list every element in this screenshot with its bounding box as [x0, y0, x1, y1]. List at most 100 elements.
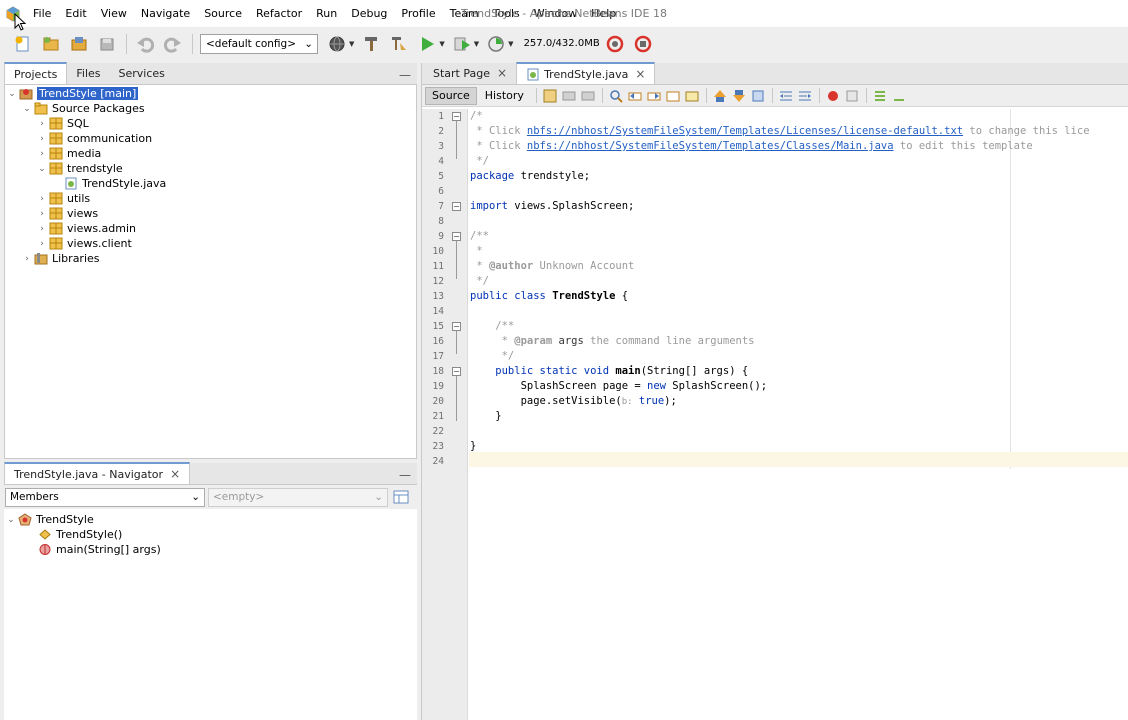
find-previous-icon[interactable] [627, 88, 643, 104]
tab-files[interactable]: Files [67, 62, 109, 84]
fold-collapse-icon[interactable]: − [452, 367, 461, 376]
tree-item-package[interactable]: › media [37, 146, 101, 161]
chevron-right-icon[interactable]: › [37, 194, 47, 204]
chevron-right-icon[interactable]: › [22, 254, 32, 264]
minimize-icon[interactable]: — [399, 68, 411, 82]
fold-collapse-icon[interactable]: − [452, 112, 461, 121]
comment-icon[interactable] [872, 88, 888, 104]
redo-icon[interactable] [162, 33, 184, 55]
close-icon[interactable]: × [497, 66, 507, 80]
tree-item-package[interactable]: › views.admin [37, 221, 136, 236]
chevron-right-icon[interactable]: › [37, 134, 47, 144]
chevron-right-icon[interactable]: › [37, 239, 47, 249]
new-file-icon[interactable] [12, 33, 34, 55]
uncomment-icon[interactable] [891, 88, 907, 104]
menu-view[interactable]: View [94, 0, 134, 27]
tab-trendstyle-java[interactable]: TrendStyle.java × [516, 62, 656, 84]
menu-window[interactable]: Window [527, 0, 584, 27]
source-mode-button[interactable]: Source [425, 86, 477, 105]
navigator-member-item[interactable]: TrendStyle() [38, 527, 122, 542]
menu-file[interactable]: File [26, 0, 58, 27]
toggle-highlight-icon[interactable] [684, 88, 700, 104]
find-next-icon[interactable] [646, 88, 662, 104]
template-link[interactable]: nbfs://nbhost/SystemFileSystem/Templates… [527, 125, 963, 137]
menu-team[interactable]: Team [443, 0, 486, 27]
fold-collapse-icon[interactable]: − [452, 232, 461, 241]
tree-item-libraries[interactable]: › Libraries [22, 251, 99, 266]
menu-navigate[interactable]: Navigate [134, 0, 197, 27]
chevron-down-icon[interactable]: ⌄ [7, 89, 17, 99]
navigator-member-item[interactable]: main(String[] args) [38, 542, 161, 557]
menu-refactor[interactable]: Refactor [249, 0, 309, 27]
menu-debug[interactable]: Debug [344, 0, 394, 27]
code-editor[interactable]: − − − − − 1 2 3 4 5 6 7 8 9 10 11 12 13 … [422, 109, 1128, 720]
configuration-select[interactable]: <default config> ⌄ [200, 33, 318, 54]
tree-item-package[interactable]: › SQL [37, 116, 89, 131]
shift-right-icon[interactable] [797, 88, 813, 104]
tab-projects[interactable]: Projects [4, 62, 68, 84]
menu-tools[interactable]: Tools [486, 0, 527, 27]
profiler-snapshot-icon[interactable] [632, 33, 654, 55]
members-select[interactable]: Members ⌄ [5, 487, 205, 507]
save-all-icon[interactable] [96, 33, 118, 55]
chevron-right-icon[interactable]: › [37, 224, 47, 234]
forward-icon[interactable] [580, 88, 596, 104]
tree-item-package[interactable]: › communication [37, 131, 152, 146]
gc-icon[interactable] [604, 33, 626, 55]
chevron-down-icon[interactable]: ▼ [439, 40, 444, 48]
tree-item-package[interactable]: ⌄ trendstyle [37, 161, 122, 176]
debug-icon[interactable] [451, 33, 473, 55]
shift-left-icon[interactable] [778, 88, 794, 104]
tree-item-source-packages[interactable]: ⌄ Source Packages [22, 101, 144, 116]
previous-bookmark-icon[interactable] [712, 88, 728, 104]
navigator-options-icon[interactable] [392, 488, 410, 506]
chevron-down-icon[interactable]: ⌄ [37, 164, 47, 174]
run-icon[interactable] [416, 33, 438, 55]
globe-icon[interactable] [326, 33, 348, 55]
tree-item-package[interactable]: › utils [37, 191, 90, 206]
menu-source[interactable]: Source [197, 0, 249, 27]
clean-build-icon[interactable] [388, 33, 410, 55]
chevron-down-icon[interactable]: ▼ [349, 40, 354, 48]
memory-usage[interactable]: 257.0/432.0MB [524, 38, 600, 49]
history-mode-button[interactable]: History [479, 87, 530, 105]
stop-macro-icon[interactable] [844, 88, 860, 104]
chevron-right-icon[interactable]: › [37, 119, 47, 129]
find-selection-icon[interactable] [665, 88, 681, 104]
back-icon[interactable] [561, 88, 577, 104]
template-link[interactable]: nbfs://nbhost/SystemFileSystem/Templates… [527, 140, 894, 152]
chevron-down-icon[interactable]: ▼ [508, 40, 513, 48]
minimize-icon[interactable]: — [399, 468, 411, 482]
fold-collapse-icon[interactable]: − [452, 202, 461, 211]
profile-icon[interactable] [485, 33, 507, 55]
tab-navigator[interactable]: TrendStyle.java - Navigator × [4, 462, 191, 484]
chevron-down-icon[interactable]: ⌄ [6, 515, 16, 525]
start-macro-icon[interactable] [825, 88, 841, 104]
next-bookmark-icon[interactable] [731, 88, 747, 104]
chevron-down-icon[interactable]: ⌄ [22, 104, 32, 114]
new-project-icon[interactable] [40, 33, 62, 55]
find-icon[interactable] [608, 88, 624, 104]
build-hammer-icon[interactable] [360, 33, 382, 55]
undo-icon[interactable] [134, 33, 156, 55]
chevron-down-icon[interactable]: ▼ [474, 40, 479, 48]
open-project-icon[interactable] [68, 33, 90, 55]
navigator-class-item[interactable]: ⌄ TrendStyle [6, 512, 94, 527]
tab-services[interactable]: Services [110, 62, 174, 84]
last-edit-icon[interactable] [542, 88, 558, 104]
tab-start-page[interactable]: Start Page × [424, 62, 516, 84]
tree-item-project[interactable]: ⌄ TrendStyle [main] [7, 86, 139, 101]
fold-collapse-icon[interactable]: − [452, 322, 461, 331]
toggle-bookmark-icon[interactable] [750, 88, 766, 104]
close-icon[interactable]: × [170, 467, 180, 481]
tree-item-package[interactable]: › views.client [37, 236, 132, 251]
menu-run[interactable]: Run [309, 0, 344, 27]
menu-edit[interactable]: Edit [58, 0, 93, 27]
tree-item-file[interactable]: TrendStyle.java [64, 176, 166, 191]
close-icon[interactable]: × [635, 67, 645, 81]
chevron-right-icon[interactable]: › [37, 209, 47, 219]
chevron-right-icon[interactable]: › [37, 149, 47, 159]
tree-item-package[interactable]: › views [37, 206, 98, 221]
menu-help[interactable]: Help [584, 0, 623, 27]
menu-profile[interactable]: Profile [394, 0, 442, 27]
